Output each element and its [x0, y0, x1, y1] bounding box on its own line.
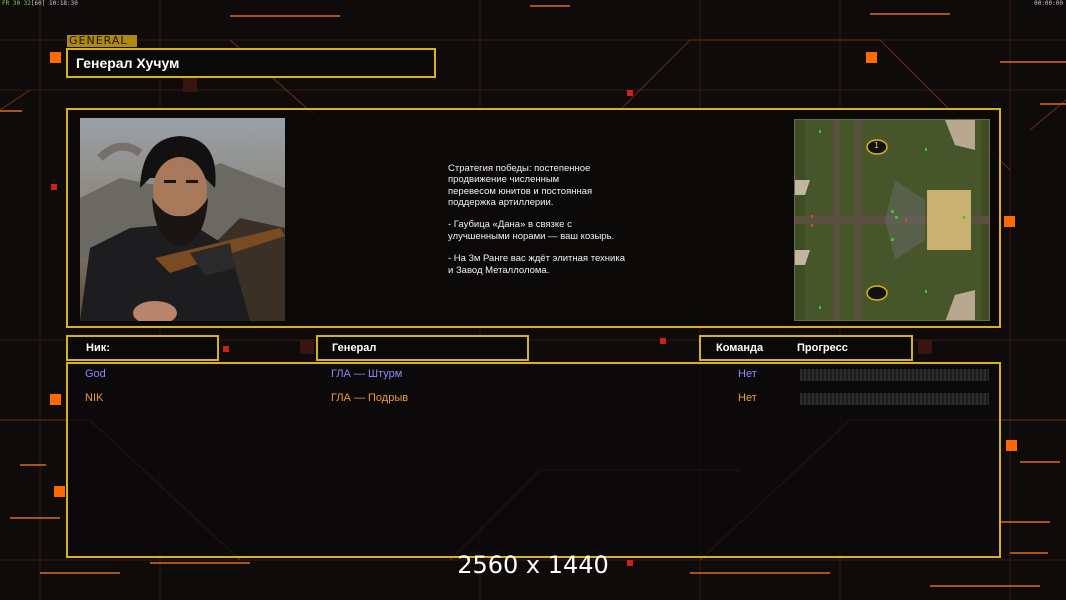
minimap[interactable]: 1 [794, 119, 990, 321]
column-nick-label: Ник: [86, 342, 110, 354]
minimap-start-1: 1 [874, 141, 880, 150]
general-description: Стратегия победы: постепенное продвижени… [448, 163, 625, 276]
general-info-panel: Стратегия победы: постепенное продвижени… [66, 108, 1001, 328]
player-row[interactable]: NIK ГЛА — Подрыв Нет [68, 392, 999, 410]
clock-value: 10:18:30 [48, 0, 78, 7]
players-list: God ГЛА — Штурм Нет NIK ГЛА — Подрыв Нет [66, 362, 1001, 558]
column-header-nick: Ник: [66, 335, 219, 361]
general-tag: GENERAL [67, 35, 137, 47]
player-row[interactable]: God ГЛА — Штурм Нет [68, 368, 999, 386]
player-general[interactable]: ГЛА — Штурм [331, 368, 402, 380]
resolution-label: 2560 x 1440 [457, 551, 609, 579]
general-name: Генерал Хучум [76, 55, 180, 71]
column-team-label: Команда [716, 342, 764, 354]
column-general-label: Генерал [332, 342, 377, 354]
general-portrait [80, 118, 285, 321]
column-progress-label: Прогресс [797, 342, 848, 354]
player-general[interactable]: ГЛА — Подрыв [331, 392, 408, 404]
player-nick: NIK [85, 392, 104, 404]
column-header-team-progress: Команда Прогресс [699, 335, 913, 361]
player-progress-bar [800, 369, 989, 381]
fps-counter: FR 30 32[60] 10:18:30 [2, 0, 78, 7]
fps-value: FR 30 32 [2, 0, 31, 7]
column-header-general: Генерал [316, 335, 529, 361]
game-timer: 00:00:00 [1034, 0, 1063, 7]
player-team[interactable]: Нет [738, 368, 757, 380]
general-title-box: Генерал Хучум [66, 48, 436, 78]
player-nick: God [85, 368, 106, 380]
player-progress-bar [800, 393, 989, 405]
player-team[interactable]: Нет [738, 392, 757, 404]
fps-extra: [60] [30, 0, 46, 7]
